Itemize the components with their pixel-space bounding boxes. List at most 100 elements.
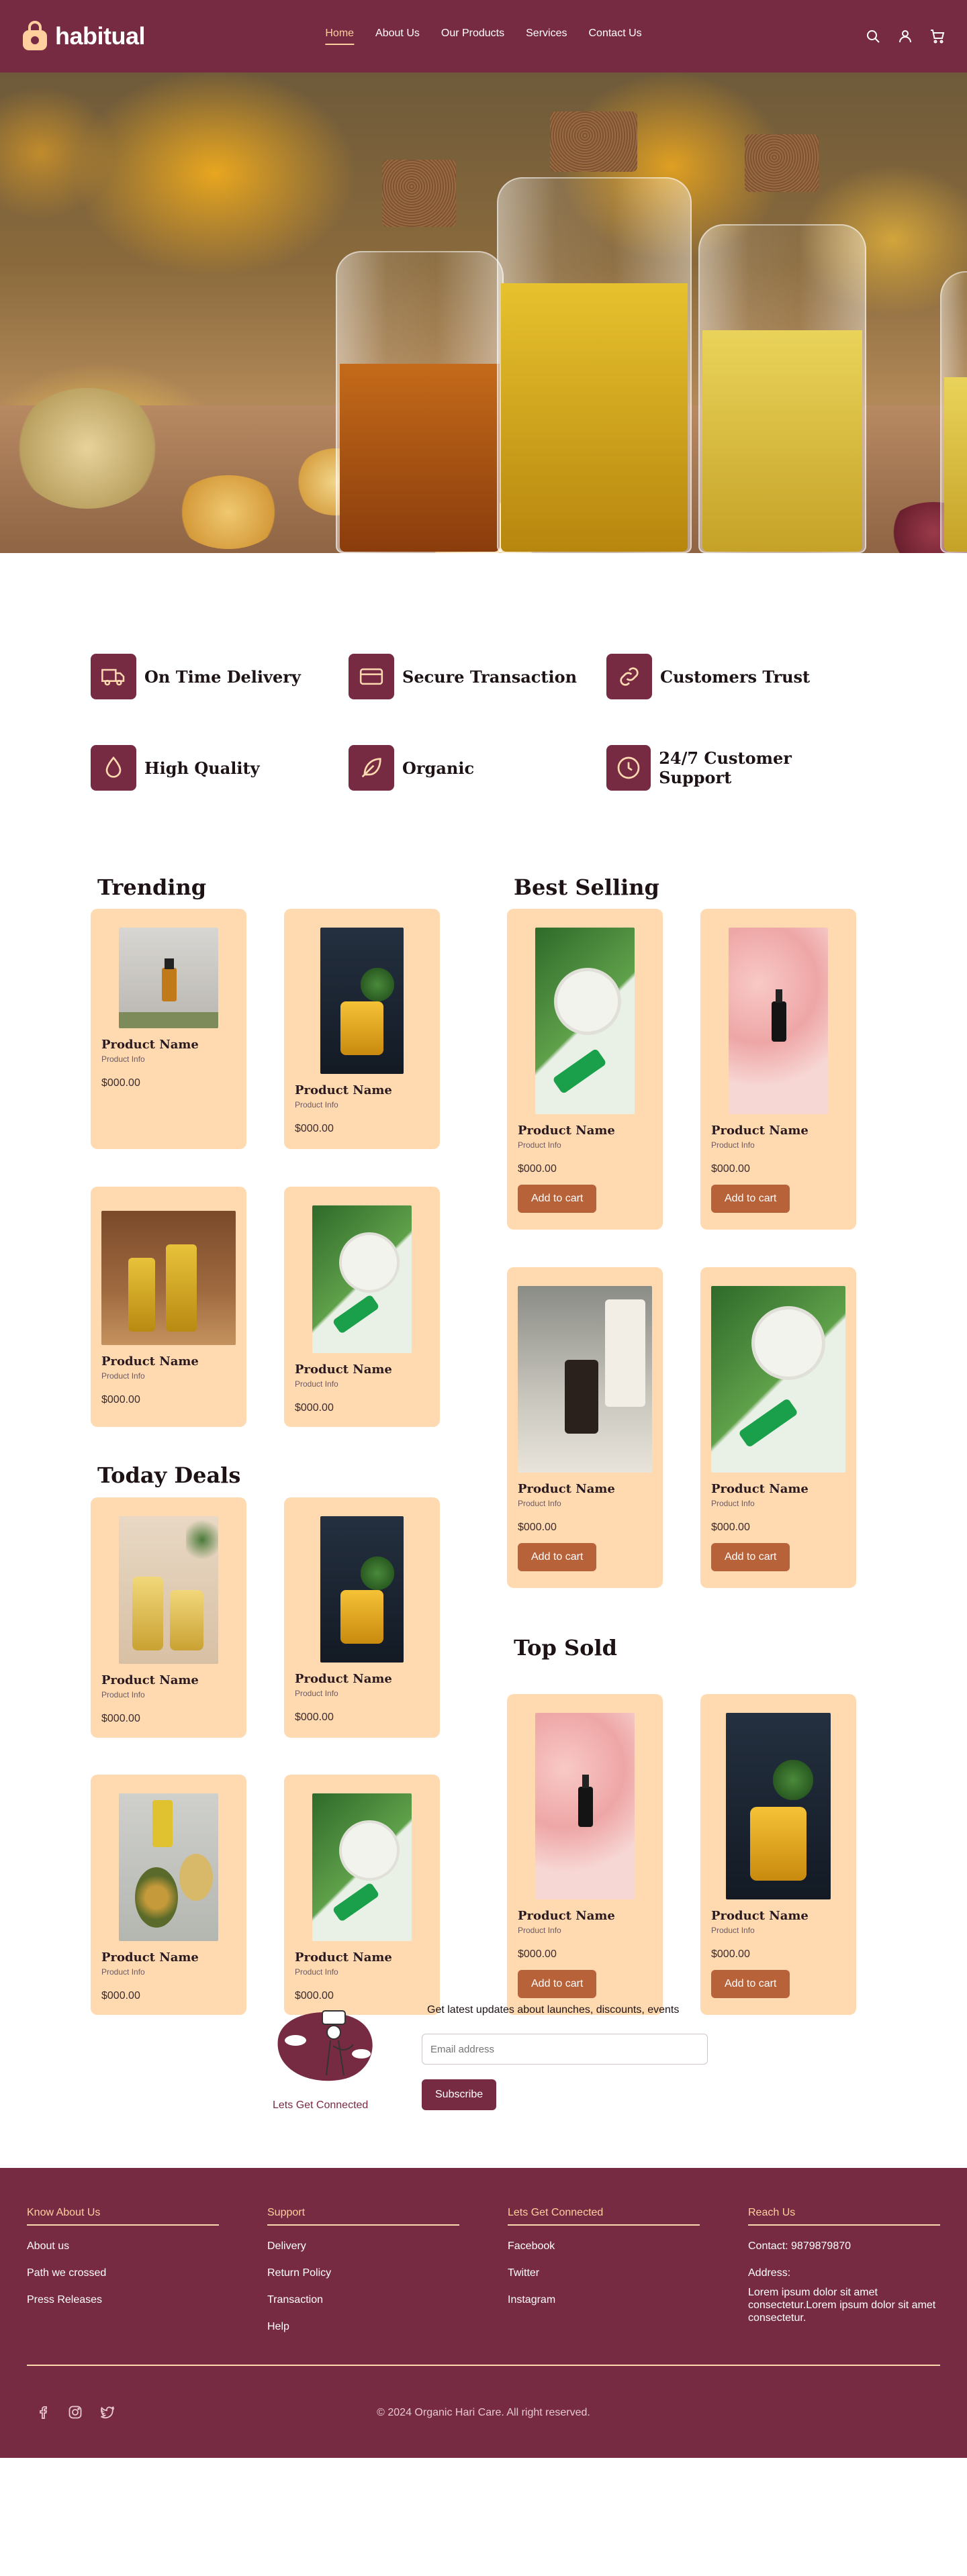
section-title-top-sold: Top Sold bbox=[514, 1635, 617, 1661]
connect-illustration bbox=[269, 2005, 383, 2086]
product-info: Product Info bbox=[518, 1140, 561, 1150]
add-to-cart-button[interactable]: Add to cart bbox=[518, 1185, 597, 1213]
email-input[interactable] bbox=[422, 2034, 708, 2065]
product-card[interactable]: Product Name Product Info $000.00 Add to… bbox=[700, 1267, 856, 1588]
feature-label: On Time Delivery bbox=[144, 666, 301, 687]
product-name: Product Name bbox=[518, 1124, 615, 1138]
cork-stopper bbox=[745, 134, 819, 192]
footer-link-twitter[interactable]: Twitter bbox=[508, 2267, 700, 2279]
section-title-today-deals: Today Deals bbox=[97, 1463, 241, 1488]
nav-about-us[interactable]: About Us bbox=[375, 28, 420, 45]
newsletter-heading: Get latest updates about launches, disco… bbox=[427, 2004, 680, 2016]
product-image bbox=[729, 928, 828, 1114]
product-image bbox=[535, 928, 635, 1114]
footer-link-path[interactable]: Path we crossed bbox=[27, 2267, 219, 2279]
footer-divider bbox=[27, 2365, 940, 2366]
footer-link-press[interactable]: Press Releases bbox=[27, 2294, 219, 2306]
footer-link-delivery[interactable]: Delivery bbox=[267, 2240, 459, 2252]
product-card[interactable]: Product Name Product Info $000.00 bbox=[91, 1187, 246, 1427]
newsletter-section: Lets Get Connected Get latest updates ab… bbox=[0, 1959, 967, 2168]
add-to-cart-button[interactable]: Add to cart bbox=[518, 1543, 597, 1571]
product-info: Product Info bbox=[711, 1926, 755, 1935]
resin-decor bbox=[175, 475, 282, 549]
feature-item: Secure Transaction bbox=[349, 654, 606, 699]
feature-item: 24/7 Customer Support bbox=[606, 745, 864, 791]
footer-link-transaction[interactable]: Transaction bbox=[267, 2294, 459, 2306]
footer-link-instagram[interactable]: Instagram bbox=[508, 2294, 700, 2306]
clock-icon bbox=[606, 745, 651, 791]
feature-label: Organic bbox=[402, 758, 475, 778]
product-price: $000.00 bbox=[295, 1402, 334, 1414]
feature-label: High Quality bbox=[144, 758, 260, 778]
product-image bbox=[312, 1205, 412, 1353]
main-nav: Home About Us Our Products Services Cont… bbox=[325, 28, 642, 45]
address-label: Address: bbox=[748, 2267, 791, 2279]
subscribe-button[interactable]: Subscribe bbox=[422, 2079, 497, 2110]
features-grid: On Time Delivery Secure Transaction Cust… bbox=[0, 553, 967, 791]
add-to-cart-button[interactable]: Add to cart bbox=[711, 1543, 790, 1571]
cork-stopper bbox=[382, 160, 456, 227]
footer: Know About Us About us Path we crossed P… bbox=[0, 2168, 967, 2458]
link-icon bbox=[606, 654, 652, 699]
section-title-trending: Trending bbox=[97, 875, 207, 900]
product-info: Product Info bbox=[295, 1100, 338, 1109]
footer-link-return-policy[interactable]: Return Policy bbox=[267, 2267, 459, 2279]
user-icon[interactable] bbox=[897, 28, 913, 44]
footer-link-about-us[interactable]: About us bbox=[27, 2240, 219, 2252]
product-image bbox=[535, 1713, 635, 1899]
contact-number: Contact: 9879879870 bbox=[748, 2240, 851, 2252]
footer-col-connect: Lets Get Connected Facebook Twitter Inst… bbox=[508, 2207, 700, 2306]
footer-link-help[interactable]: Help bbox=[267, 2321, 459, 2333]
product-card[interactable]: Product Name Product Info $000.00 bbox=[284, 1187, 440, 1427]
product-price: $000.00 bbox=[101, 1394, 140, 1405]
product-price: $000.00 bbox=[101, 1077, 140, 1089]
product-price: $000.00 bbox=[101, 1713, 140, 1724]
product-name: Product Name bbox=[101, 1354, 199, 1369]
product-price: $000.00 bbox=[518, 1163, 557, 1175]
product-info: Product Info bbox=[101, 1054, 145, 1064]
product-name: Product Name bbox=[101, 1673, 199, 1687]
product-card[interactable]: Product Name Product Info $000.00 bbox=[284, 1497, 440, 1738]
product-card[interactable]: Product Name Product Info $000.00 Add to… bbox=[700, 909, 856, 1230]
product-image bbox=[119, 1516, 218, 1664]
products-section: Trending Best Selling Today Deals Top So… bbox=[0, 791, 967, 2015]
footer-col-title: Lets Get Connected bbox=[508, 2207, 700, 2226]
feature-item: Organic bbox=[349, 745, 606, 791]
feature-item: On Time Delivery bbox=[91, 654, 349, 699]
oil-jar bbox=[940, 271, 967, 553]
credit-card-icon bbox=[349, 654, 394, 699]
nav-home[interactable]: Home bbox=[325, 28, 355, 45]
hero-image bbox=[0, 72, 967, 553]
nav-services[interactable]: Services bbox=[526, 28, 567, 45]
product-card[interactable]: Product Name Product Info $000.00 bbox=[91, 909, 246, 1149]
nav-contact-us[interactable]: Contact Us bbox=[588, 28, 641, 45]
product-info: Product Info bbox=[101, 1690, 145, 1699]
product-card[interactable]: Product Name Product Info $000.00 bbox=[284, 909, 440, 1149]
product-price: $000.00 bbox=[295, 1123, 334, 1134]
feature-item: High Quality bbox=[91, 745, 349, 791]
dried-flower-decor bbox=[13, 388, 161, 509]
oil-jar bbox=[698, 224, 866, 553]
product-name: Product Name bbox=[518, 1482, 615, 1496]
product-name: Product Name bbox=[711, 1124, 809, 1138]
product-card[interactable]: Product Name Product Info $000.00 bbox=[91, 1497, 246, 1738]
footer-col-support: Support Delivery Return Policy Transacti… bbox=[267, 2207, 459, 2333]
brand-logo[interactable]: habitual bbox=[21, 21, 146, 52]
feather-icon bbox=[349, 745, 394, 791]
product-name: Product Name bbox=[295, 1672, 392, 1686]
cart-icon[interactable] bbox=[929, 28, 946, 44]
product-image bbox=[101, 1211, 236, 1345]
footer-col-title: Support bbox=[267, 2207, 459, 2226]
brand-name: habitual bbox=[55, 22, 146, 50]
product-card[interactable]: Product Name Product Info $000.00 Add to… bbox=[507, 909, 663, 1230]
search-icon[interactable] bbox=[865, 28, 881, 44]
product-info: Product Info bbox=[295, 1379, 338, 1389]
product-name: Product Name bbox=[711, 1909, 809, 1923]
add-to-cart-button[interactable]: Add to cart bbox=[711, 1185, 790, 1213]
footer-link-facebook[interactable]: Facebook bbox=[508, 2240, 700, 2252]
product-card[interactable]: Product Name Product Info $000.00 Add to… bbox=[507, 1267, 663, 1588]
newsletter-caption: Lets Get Connected bbox=[273, 2099, 369, 2111]
product-image bbox=[320, 1516, 404, 1663]
product-image bbox=[312, 1793, 412, 1941]
nav-our-products[interactable]: Our Products bbox=[441, 28, 504, 45]
